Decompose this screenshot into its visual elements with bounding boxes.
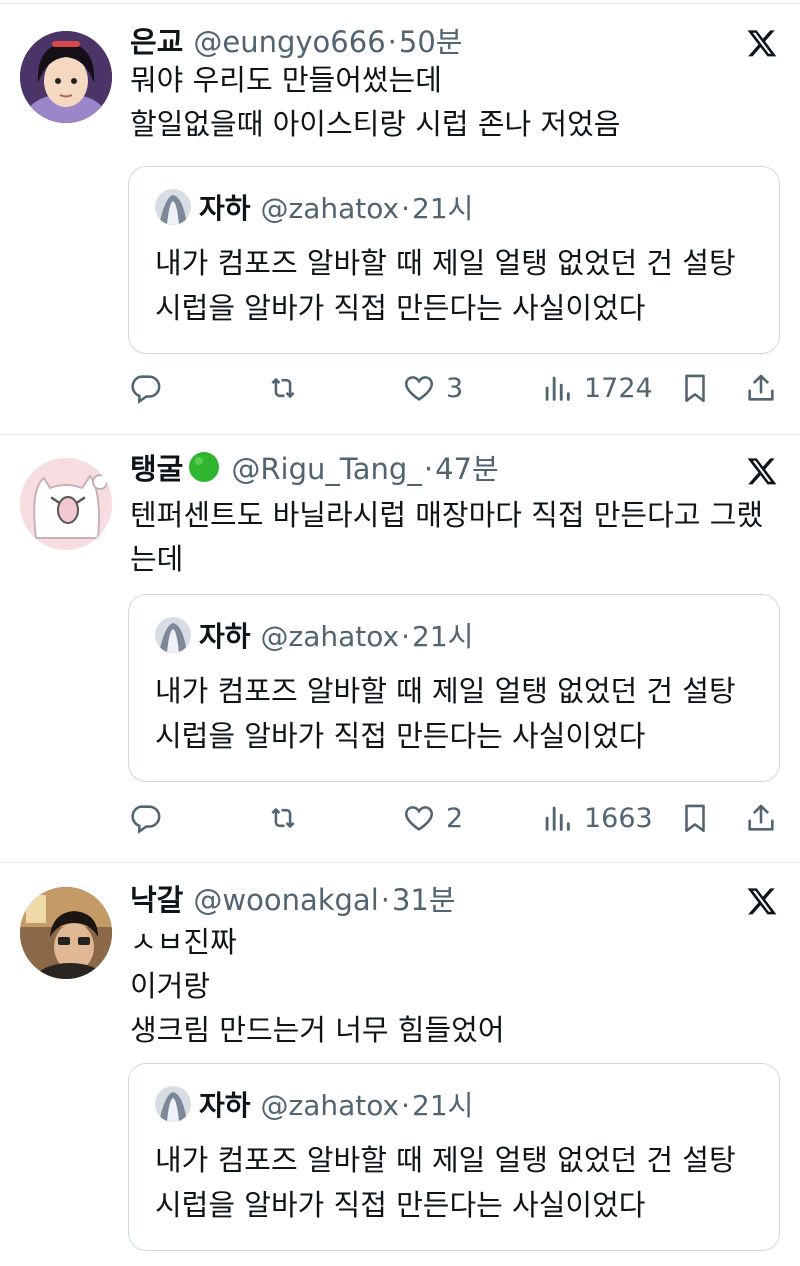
x-logo-icon	[747, 888, 777, 915]
quoted-tweet[interactable]: 자하 @zahatox·21시 내가 컴포즈 알바할 때 제일 얼탱 없었던 건 …	[128, 1063, 780, 1251]
separator-dot: ·	[387, 25, 397, 59]
separator-dot: ·	[423, 452, 434, 486]
share-button[interactable]	[744, 366, 778, 410]
display-name[interactable]: 낙갈	[130, 883, 183, 917]
tweet-text-line: 뭐야 우리도 만들어썼는데	[130, 63, 442, 97]
bookmark-button[interactable]	[678, 366, 712, 410]
username[interactable]: @Rigu_Tang_	[231, 452, 421, 486]
tweet-text: 뭐야 우리도 만들어썼는데 할일없을때 아이스티랑 시럽 존나 저었음	[130, 58, 780, 146]
like-button[interactable]: 3	[402, 366, 463, 410]
quoted-username: @zahatox	[260, 192, 400, 225]
quoted-text-line: 시럽을 알바가 직접 만든다는 사실이었다	[155, 719, 646, 753]
like-button[interactable]: 2	[402, 796, 463, 840]
quoted-tweet-header: 자하 @zahatox·21시	[155, 189, 474, 228]
green-circle-icon	[189, 452, 220, 482]
action-bar: 3 1724	[128, 366, 780, 410]
separator-dot: ·	[401, 1089, 411, 1122]
quoted-tweet[interactable]: 자하 @zahatox·21시 내가 컴포즈 알바할 때 제일 얼탱 없었던 건 …	[128, 166, 780, 354]
quoted-display-name: 자하	[199, 1089, 251, 1122]
retweet-button[interactable]	[266, 366, 300, 410]
quoted-avatar	[155, 189, 191, 225]
retweet-icon	[271, 378, 295, 398]
quoted-display-name: 자하	[199, 192, 251, 225]
avatar[interactable]	[20, 887, 112, 979]
username[interactable]: @woonakgal	[193, 883, 378, 917]
like-count: 2	[446, 802, 464, 834]
tweet-text: ㅅㅂ진짜 이거랑 생크림 만드는거 너무 힘들었어	[130, 920, 780, 1052]
share-button[interactable]	[744, 796, 778, 840]
reply-icon	[131, 805, 161, 834]
quoted-timestamp: 21시	[412, 1089, 474, 1122]
quoted-text-line: 시럽을 알바가 직접 만든다는 사실이었다	[155, 291, 646, 325]
display-name[interactable]: 탱굴	[130, 452, 183, 486]
views-button[interactable]: 1724	[540, 366, 653, 410]
tweet-card[interactable]: 낙갈 @woonakgal·31분 ㅅㅂ진짜 이거랑 생크림 만드는거 너무 힘들…	[0, 863, 800, 1266]
tweet-card[interactable]: 은교 @eungyo666·50분 뭐야 우리도 만들어썼는데 할일없을때 아이스…	[0, 0, 800, 432]
reply-button[interactable]	[128, 796, 162, 840]
like-count: 3	[446, 372, 464, 404]
share-icon	[748, 374, 774, 401]
tweet-text-line: 는데	[130, 542, 184, 576]
reply-icon	[131, 375, 161, 404]
quoted-tweet-text: 내가 컴포즈 알바할 때 제일 얼탱 없었던 건 설탕 시럽을 알바가 직접 만…	[155, 241, 765, 331]
share-icon	[748, 804, 774, 831]
separator-dot: ·	[401, 620, 411, 653]
bookmark-button[interactable]	[678, 796, 712, 840]
quoted-tweet[interactable]: 자하 @zahatox·21시 내가 컴포즈 알바할 때 제일 얼탱 없었던 건 …	[128, 594, 780, 782]
quoted-tweet-header: 자하 @zahatox·21시	[155, 617, 474, 656]
views-icon	[545, 806, 570, 831]
x-logo-icon	[747, 458, 777, 485]
display-name[interactable]: 은교	[130, 25, 183, 59]
tweet-header: 낙갈 @woonakgal·31분	[130, 882, 456, 918]
quoted-timestamp: 21시	[412, 620, 474, 653]
tweet-text-line: 텐퍼센트도 바닐라시럽 매장마다 직접 만든다고 그랬	[130, 498, 764, 532]
quoted-timestamp: 21시	[412, 192, 474, 225]
quoted-tweet-text: 내가 컴포즈 알바할 때 제일 얼탱 없었던 건 설탕 시럽을 알바가 직접 만…	[155, 669, 765, 759]
tweet-text: 텐퍼센트도 바닐라시럽 매장마다 직접 만든다고 그랬 는데	[130, 493, 780, 581]
reply-button[interactable]	[128, 366, 162, 410]
avatar[interactable]	[20, 458, 112, 550]
view-count: 1663	[584, 802, 653, 834]
timestamp[interactable]: 50분	[399, 25, 463, 59]
views-button[interactable]: 1663	[540, 796, 653, 840]
quoted-text-line: 시럽을 알바가 직접 만든다는 사실이었다	[155, 1188, 646, 1222]
tweet-text-line: 할일없을때 아이스티랑 시럽 존나 저었음	[130, 107, 621, 141]
quoted-tweet-text: 내가 컴포즈 알바할 때 제일 얼탱 없었던 건 설탕 시럽을 알바가 직접 만…	[155, 1138, 765, 1228]
separator-dot: ·	[401, 192, 411, 225]
retweet-button[interactable]	[266, 796, 300, 840]
separator-dot: ·	[380, 883, 390, 917]
tweet-text-line: 이거랑	[130, 969, 211, 1003]
tweet-text-line: ㅅㅂ진짜	[130, 925, 237, 959]
quoted-username: @zahatox	[260, 1089, 400, 1122]
quoted-display-name: 자하	[199, 620, 251, 653]
tweet-header: 탱굴 @Rigu_Tang_·47분	[130, 450, 499, 487]
avatar[interactable]	[20, 31, 112, 123]
quoted-username: @zahatox	[260, 620, 400, 653]
like-icon	[404, 376, 434, 401]
retweet-icon	[271, 808, 295, 828]
action-bar: 2 1663	[128, 796, 780, 840]
tweet-text-line: 생크림 만드는거 너무 힘들었어	[130, 1013, 505, 1047]
x-logo-icon	[747, 30, 777, 57]
quoted-text-line: 내가 컴포즈 알바할 때 제일 얼탱 없었던 건 설탕	[155, 1143, 736, 1177]
quoted-avatar	[155, 617, 191, 653]
bookmark-icon	[685, 804, 705, 833]
bookmark-icon	[685, 374, 705, 403]
quoted-text-line: 내가 컴포즈 알바할 때 제일 얼탱 없었던 건 설탕	[155, 246, 736, 280]
username[interactable]: @eungyo666	[193, 25, 385, 59]
view-count: 1724	[584, 372, 653, 404]
quoted-avatar	[155, 1086, 191, 1122]
tweet-card[interactable]: 탱굴 @Rigu_Tang_·47분 텐퍼센트도 바닐라시럽 매장마다 직접 만든…	[0, 435, 800, 861]
timestamp[interactable]: 47분	[435, 452, 499, 486]
tweet-header: 은교 @eungyo666·50분	[130, 24, 462, 60]
timestamp[interactable]: 31분	[392, 883, 456, 917]
quoted-tweet-header: 자하 @zahatox·21시	[155, 1086, 474, 1125]
views-icon	[545, 376, 570, 401]
quoted-text-line: 내가 컴포즈 알바할 때 제일 얼탱 없었던 건 설탕	[155, 674, 736, 708]
like-icon	[404, 806, 434, 831]
